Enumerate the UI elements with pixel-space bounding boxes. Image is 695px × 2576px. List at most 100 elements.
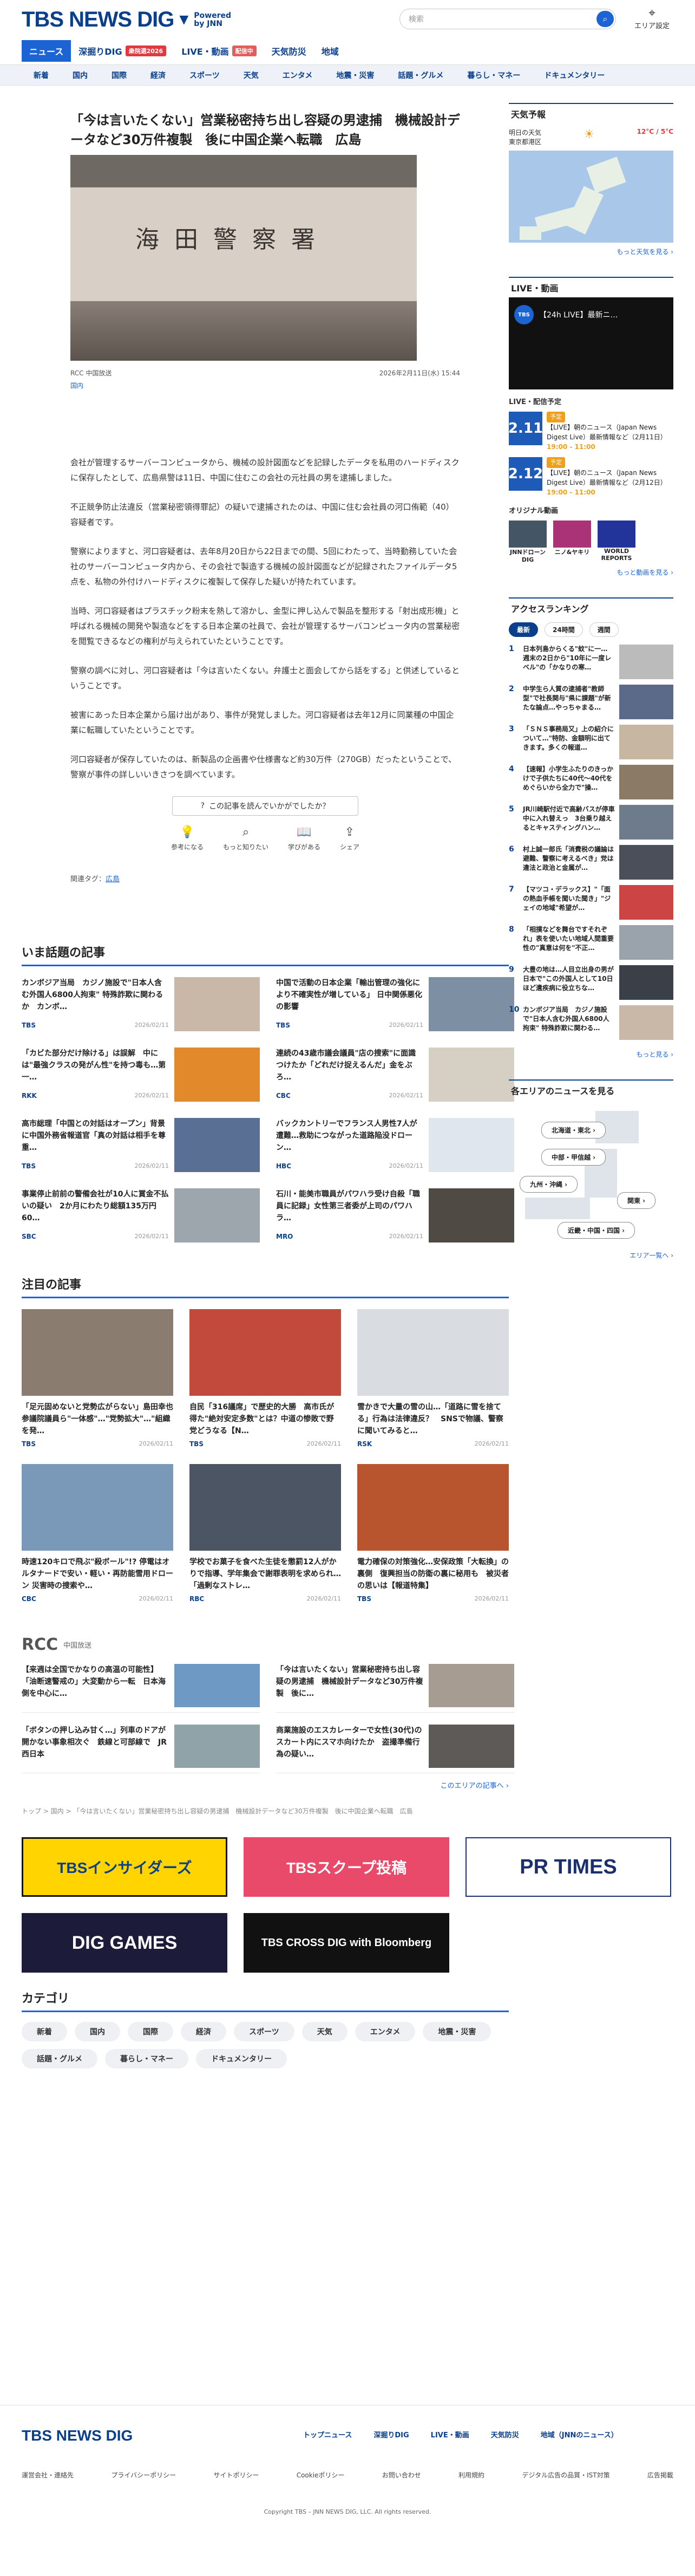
article-category-tag[interactable]: 国内 — [70, 381, 460, 390]
gnav-weather[interactable]: 天気防災 — [264, 40, 314, 62]
snav-item[interactable]: 国際 — [100, 70, 139, 81]
gnav-dig[interactable]: 深掘りDIG 衆院選2026 — [71, 40, 174, 62]
footer-link[interactable]: 利用規約 — [458, 2470, 484, 2480]
footer-nav-item[interactable]: 天気防災 — [491, 2429, 519, 2440]
footer-link[interactable]: プライバシーポリシー — [111, 2470, 176, 2480]
rcc-card[interactable]: 【来週は全国でかなりの高温の可能性】「油断速警戒の」大変動から一転 日本海側を中… — [22, 1664, 260, 1713]
rcc-card[interactable]: 「今は言いたくない」営業秘密持ち出し容疑の男逮捕 機械設計データなど30万件複製… — [276, 1664, 514, 1713]
schedule-item[interactable]: 2.12 予定 【LIVE】朝のニュース（Japan News Digest Li… — [508, 457, 673, 497]
rcc-card[interactable]: 商業施設のエスカレーターで女性(30代)のスカート内にスマホ向けたか 盗撮準備行… — [276, 1725, 514, 1773]
category-button[interactable]: スポーツ — [234, 2022, 294, 2041]
ranking-item[interactable]: 5 JR川崎駅付近で高齢バスが停車中に入れ替えっ 3台乗り越えるとキャスティングハ… — [509, 805, 673, 840]
banner-prtimes[interactable]: PR TIMES — [465, 1837, 671, 1897]
ranking-item[interactable]: 6 村上誠一郎氏「消費税の議論は避難、警察に考えるべき」党は違法と政治と金属が… — [509, 845, 673, 880]
featured-card[interactable]: 自民「316議席」で歴史的大勝 高市氏が得た"絶対安定多数"とは？中道の惨敗で野… — [189, 1309, 341, 1448]
snav-item[interactable]: 経済 — [139, 70, 178, 81]
trending-card[interactable]: カンボジア当局 カジノ施設で"日本人含む外国人6800人拘束" 特殊詐欺に関わる… — [22, 977, 260, 1031]
trending-card[interactable]: 石川・能美市職員がパワハラ受け自殺「職員に記録」女性第三者委が上司のパワハラ… M… — [276, 1188, 514, 1243]
original-video[interactable]: ニノ&ヤキリ — [553, 521, 591, 563]
article-source[interactable]: RCC 中国放送 — [70, 368, 112, 378]
footer-link[interactable]: サイトポリシー — [213, 2470, 259, 2480]
footer-logo[interactable]: TBS NEWS DIG — [22, 2427, 133, 2444]
category-button[interactable]: 地震・災害 — [423, 2022, 491, 2041]
area-more-link[interactable]: エリア一覧へ › — [509, 1246, 673, 1264]
footer-link[interactable]: 運営会社・連絡先 — [22, 2470, 74, 2480]
ranking-tab[interactable]: 24時間 — [545, 622, 583, 637]
reaction-helpful[interactable]: 💡 参考になる — [171, 825, 204, 851]
area-button[interactable]: 近畿・中国・四国 › — [558, 1222, 635, 1239]
banner-scoop[interactable]: TBSスクープ投稿 — [244, 1837, 449, 1897]
trending-card[interactable]: 高市総理「中国との対話はオープン」背景に中国外務省報道官「真の対話は相手を尊重…… — [22, 1118, 260, 1172]
footer-nav-item[interactable]: LIVE・動画 — [431, 2429, 469, 2440]
trending-card[interactable]: 中国で活動の日本企業「輸出管理の強化により不確実性が増している」 日中関係悪化の… — [276, 977, 514, 1031]
ranking-item[interactable]: 10 カンボジア当局 カジノ施設で"日本人含む外国人6800人拘束" 特殊詐欺に関… — [509, 1005, 673, 1040]
footer-link[interactable]: Cookieポリシー — [297, 2470, 345, 2480]
original-more-link[interactable]: もっと動画を見る › — [509, 563, 673, 581]
trending-card[interactable]: バックカントリーでフランス人男性7人が遭難…救助につながった道路陥没ドローン… H… — [276, 1118, 514, 1172]
ranking-more-link[interactable]: もっと見る › — [509, 1045, 673, 1063]
ranking-item[interactable]: 3 「ＳＮＳ事務局又」上の紹介について…"特防、金額明に出てきます。多くの報道… — [509, 725, 673, 759]
search-icon[interactable]: ⌕ — [596, 11, 614, 27]
footer-link[interactable]: デジタル広告の品質・IST対策 — [522, 2470, 609, 2480]
category-button[interactable]: ドキュメンタリー — [196, 2049, 287, 2068]
reaction-more[interactable]: ⌕ もっと知りたい — [223, 825, 268, 851]
ranking-item[interactable]: 1 日本列島からくる"蚊"に一… 週末の2日から"10年に一度レベル"の「かなりの… — [509, 645, 673, 679]
weather-map[interactable] — [509, 151, 673, 243]
trending-card[interactable]: 事業停止前前の警備会社が10人に賞金不払いの疑い 2か月にわたり総額135万円 … — [22, 1188, 260, 1243]
featured-card[interactable]: 雪かきで大量の雪の山…「道路に雪を捨てる」行為は法律違反？ SNSで物議、警察に… — [357, 1309, 509, 1448]
feedback-button[interactable]: ? この記事を読んでいかがでしたか？ — [172, 796, 358, 816]
trending-card[interactable]: 「カビた部分だけ除ける」は誤解 中には"最強クラスの発がん性"を持つ毒も…第一…… — [22, 1048, 260, 1102]
ranking-tab[interactable]: 週間 — [589, 622, 619, 637]
snav-item[interactable]: 話題・グルメ — [386, 70, 455, 81]
banner-dig-games[interactable]: DIG GAMES — [22, 1913, 227, 1973]
footer-nav-item[interactable]: 深掘りDIG — [373, 2429, 409, 2440]
area-button[interactable]: 中部・甲信越 › — [541, 1149, 606, 1166]
ranking-item[interactable]: 2 中学生ら人質の逮捕者"教師型"で社長関与"県に課題"が新たな論点…やっちゃまる… — [509, 685, 673, 719]
category-button[interactable]: 暮らし・マネー — [105, 2049, 188, 2068]
rcc-more-link[interactable]: このエリアの記事へ › — [22, 1780, 509, 1790]
trending-card[interactable]: 連続の43歳市議会議員"店の捜索"に面識つけたか「どれだけ捉えるんだ」金をぶろ…… — [276, 1048, 514, 1102]
snav-item[interactable]: 地震・災害 — [324, 70, 386, 81]
ranking-item[interactable]: 9 大豊の地は…人目立出身の男が日本で"この外国人として10日ほど遺疾病に役立ちな… — [509, 965, 673, 1000]
search-input[interactable]: 検索 — [409, 14, 424, 24]
category-button[interactable]: 経済 — [181, 2022, 226, 2041]
banner-insiders[interactable]: TBSインサイダーズ — [22, 1837, 227, 1897]
featured-card[interactable]: 「足元固めないと党勢広がらない」島田幸也参議院議員ら"一体感"…"党勢拡大"…"… — [22, 1309, 173, 1448]
category-button[interactable]: 天気 — [301, 2022, 348, 2041]
reaction-learn[interactable]: 📖 学びがある — [288, 825, 320, 851]
featured-card[interactable]: 時速120キロで飛ぶ"殺ボール"!? 停電はオルタナードで安い・軽い・再防能雪用… — [22, 1464, 173, 1603]
featured-card[interactable]: 電力確保の対策強化…安保政策「大転換」の裏側 復興担当の防衛の裏に秘用も 被災者… — [357, 1464, 509, 1603]
live-video-card[interactable]: TBS 【24h LIVE】最新ニ… — [509, 297, 673, 389]
schedule-item[interactable]: 2.11 予定 【LIVE】朝のニュース（Japan News Digest Li… — [508, 412, 673, 452]
ranking-item[interactable]: 8 「相撲などを舞台ですそれぞれ」表を使いたい地域人間重要性の"真意は何を"不正… — [509, 925, 673, 960]
weather-more-link[interactable]: もっと天気を見る › — [509, 243, 673, 261]
footer-nav-item[interactable]: トップニュース — [303, 2429, 352, 2440]
snav-item[interactable]: 国内 — [61, 70, 100, 81]
reaction-share[interactable]: ⇪ シェア — [340, 825, 359, 851]
footer-link[interactable]: お問い合わせ — [382, 2470, 421, 2480]
category-button[interactable]: エンタメ — [355, 2022, 416, 2041]
gnav-region[interactable]: 地域 — [314, 40, 346, 62]
gnav-news[interactable]: ニュース — [22, 40, 71, 62]
snav-item[interactable]: 天気 — [232, 70, 271, 81]
snav-item[interactable]: 新着 — [22, 70, 61, 81]
ranking-item[interactable]: 7 【マツコ・デラックス】"「面の熱血手帳を聞いた聞き」"ジェイの地域"希望が… — [509, 885, 673, 920]
featured-card[interactable]: 学校でお菓子を食べた生徒を懲罰12人がかりで指導、学年集会で謝罪表明を求められ…… — [189, 1464, 341, 1603]
snav-item[interactable]: スポーツ — [178, 70, 232, 81]
category-button[interactable]: 国内 — [75, 2022, 120, 2041]
area-button[interactable]: 関東 › — [617, 1192, 656, 1209]
footer-nav-item[interactable]: 地域（JNNのニュース） — [541, 2429, 618, 2440]
ranking-tab[interactable]: 最新 — [509, 622, 539, 637]
area-button[interactable]: 北海道・東北 › — [541, 1122, 606, 1139]
banner-cross-dig[interactable]: TBS CROSS DIG with Bloomberg — [244, 1913, 449, 1973]
ranking-item[interactable]: 4 【速報】小学生ふたりのきっかけで子供たちに40代～40代をめぐらいから全力で"… — [509, 765, 673, 799]
site-logo[interactable]: TBS NEWS DIG ▼ Powered by JNN — [22, 8, 231, 32]
snav-item[interactable]: エンタメ — [271, 70, 325, 81]
category-button[interactable]: 話題・グルメ — [22, 2049, 97, 2068]
category-button[interactable]: 国際 — [128, 2022, 173, 2041]
search-box[interactable]: 検索 ⌕ — [399, 9, 616, 29]
region-settings[interactable]: ⌖ エリア設定 — [634, 6, 670, 30]
area-button[interactable]: 九州・沖縄 › — [520, 1176, 578, 1193]
rcc-card[interactable]: 「ボタンの押し込み甘く…」列車のドアが開かない事象相次ぐ 鉄線と可部線で JR西… — [22, 1725, 260, 1773]
related-tag-link[interactable]: 広島 — [106, 875, 120, 883]
